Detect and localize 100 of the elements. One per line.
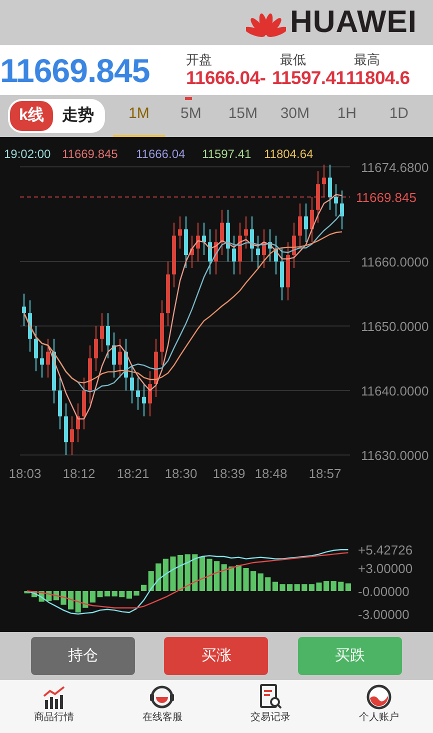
candlestick: [244, 216, 248, 250]
action-button[interactable]: 持仓: [30, 637, 135, 675]
legend-value: 11597.41: [202, 147, 252, 161]
candlestick: [268, 228, 272, 262]
time-axis-label: 18:57: [308, 466, 342, 481]
candlestick: [136, 377, 140, 410]
candlestick: [148, 370, 152, 417]
candlestick: [88, 344, 92, 404]
legend-value: 11669.845: [62, 147, 118, 161]
macd-axis-label: +3.00000: [358, 561, 413, 576]
candlestick: [112, 332, 116, 378]
candlestick: [196, 222, 200, 262]
candlestick: [70, 416, 74, 456]
legend-value: 11666.04: [136, 147, 186, 161]
stat-value: 11597.41: [272, 68, 346, 88]
candlestick: [172, 222, 176, 288]
candlestick: [304, 202, 308, 243]
brand-name: HUAWEI: [290, 3, 417, 42]
candlestick: [100, 312, 104, 352]
candlestick: [124, 338, 128, 391]
headset-icon: [149, 684, 176, 710]
period-tab[interactable]: 1M: [112, 95, 165, 137]
mode-tab[interactable]: k线: [10, 101, 53, 131]
candlestick: [178, 216, 182, 250]
time-axis-label: 18:03: [8, 466, 42, 481]
candlestick: [310, 196, 314, 243]
mode-tab[interactable]: 走势: [52, 101, 103, 131]
candlestick: [106, 312, 110, 359]
time-axis-label: 18:21: [116, 466, 150, 481]
candlestick: [280, 248, 284, 301]
candlestick: [334, 184, 338, 217]
stat-label: 最高: [353, 52, 381, 68]
macd-axis-label: -0.00000: [358, 584, 410, 599]
candlestick: [58, 377, 62, 430]
candlestick: [22, 293, 26, 326]
candlestick: [262, 228, 266, 268]
candlestick: [166, 261, 170, 326]
candlestick: [316, 170, 320, 224]
candlestick: [154, 338, 158, 398]
candlestick: [250, 216, 254, 262]
candlestick: [28, 300, 32, 352]
period-tab[interactable]: 15M: [216, 95, 269, 137]
candlestick: [274, 235, 278, 275]
price-axis-label: 11640.0000: [361, 384, 429, 398]
price-axis-label: 11674.6800: [361, 160, 429, 175]
nav-item[interactable]: 交易记录: [230, 680, 311, 725]
period-tab[interactable]: 1D: [372, 95, 425, 137]
candlestick: [118, 338, 122, 378]
candlestick: [340, 190, 344, 230]
current-price: 11669.845: [0, 54, 151, 86]
account-icon: [366, 684, 392, 710]
time-axis-label: 18:30: [164, 466, 198, 481]
legend-value: 19:02:00: [4, 147, 51, 161]
candlestick: [142, 384, 146, 417]
stat-label: 开盘: [186, 52, 213, 68]
period-tab[interactable]: 5M: [164, 95, 217, 137]
candlestick: [208, 228, 212, 275]
period-tab[interactable]: 1H: [320, 95, 373, 137]
candlestick: [256, 235, 260, 268]
candlestick: [220, 209, 224, 256]
candlestick: [40, 344, 44, 378]
current-price-tag: 11669.845: [356, 190, 416, 205]
macd-axis-label: -3.00000: [358, 607, 410, 622]
action-button[interactable]: 买涨: [164, 637, 268, 675]
stat-label: 最低: [279, 52, 307, 68]
action-button[interactable]: 买跌: [298, 637, 402, 675]
candlestick: [64, 402, 68, 456]
price-axis-label: 11630.0000: [361, 448, 429, 463]
candlestick: [202, 222, 206, 256]
nav-item[interactable]: 个人账户: [338, 680, 419, 725]
candlestick: [238, 222, 242, 275]
candlestick: [130, 364, 134, 404]
document-search-icon: [258, 684, 283, 710]
candlestick: [34, 326, 38, 372]
candlestick: [184, 216, 188, 268]
price-axis-label: 11660.0000: [361, 254, 429, 270]
time-axis-label: 18:12: [62, 466, 96, 481]
candlestick: [214, 228, 218, 275]
legend-value: 11804.64: [264, 147, 314, 161]
candlestick: [46, 338, 50, 378]
candlestick: [160, 300, 164, 366]
candlestick: [76, 402, 80, 443]
time-axis-label: 18:39: [212, 466, 246, 481]
candlestick: [94, 326, 98, 372]
candlestick: [226, 209, 230, 262]
candlestick: [82, 377, 86, 430]
chart-icon: [42, 686, 66, 710]
candlestick: [328, 164, 332, 210]
macd-axis-label: +5.42726: [358, 542, 413, 558]
candlestick: [190, 235, 194, 268]
nav-item[interactable]: 在线客服: [122, 680, 202, 725]
candlestick: [52, 338, 56, 404]
time-axis-label: 18:48: [254, 466, 288, 481]
stat-value: 11666.04-: [186, 68, 267, 88]
stat-value: 11804.6: [346, 68, 411, 88]
price-axis-label: 11650.0000: [361, 319, 429, 334]
candlestick: [322, 164, 326, 198]
candlestick: [232, 235, 236, 275]
nav-item[interactable]: 商品行情: [14, 680, 94, 725]
period-tab[interactable]: 30M: [268, 95, 321, 137]
